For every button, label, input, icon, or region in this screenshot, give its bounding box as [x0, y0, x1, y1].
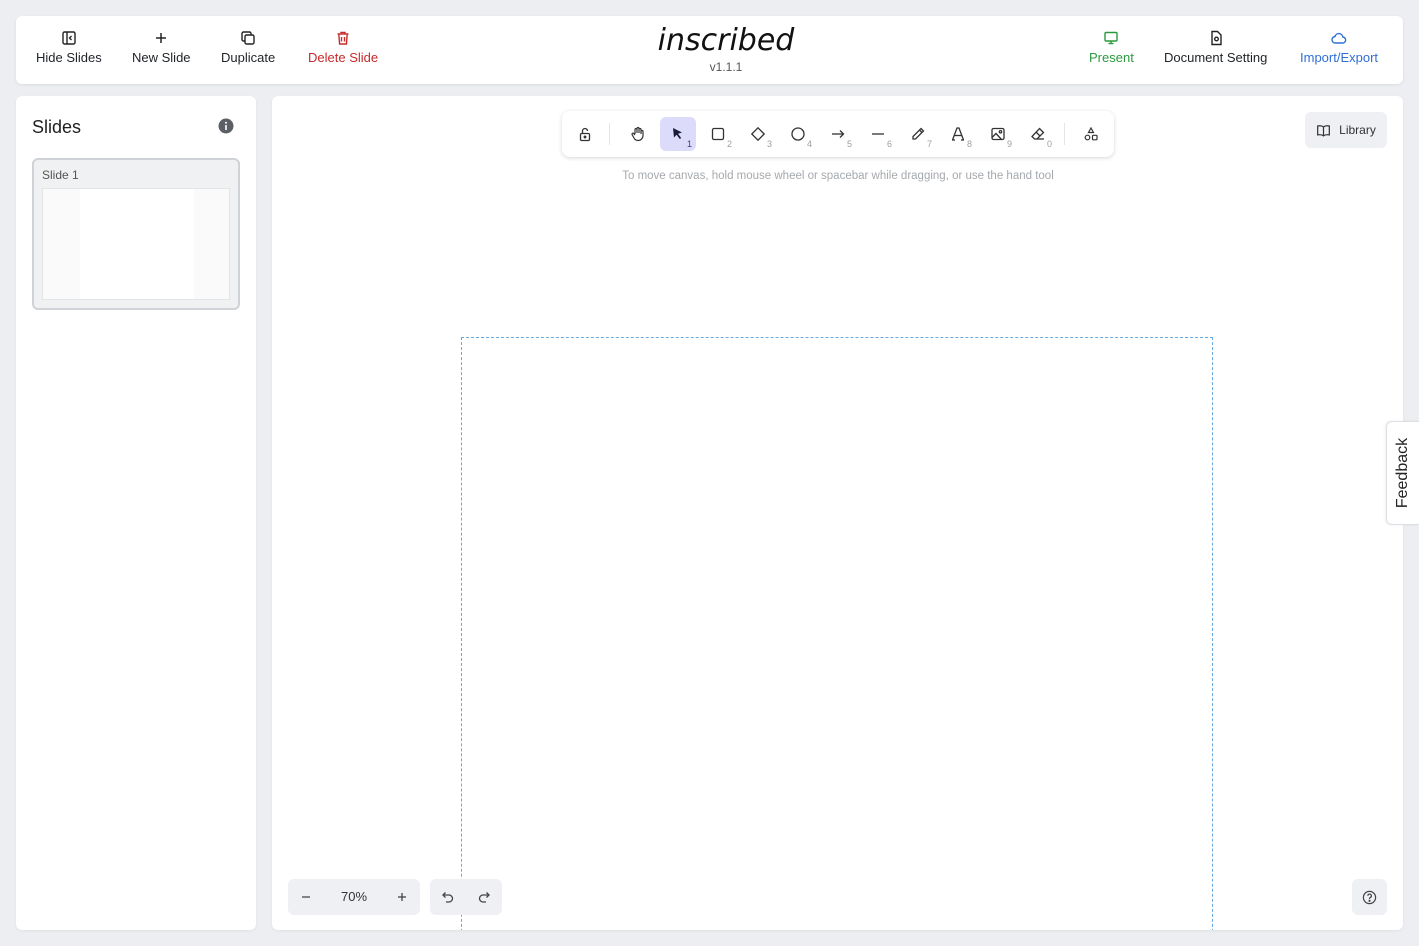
plus-icon: [398, 893, 406, 901]
tool-arrow[interactable]: 5: [820, 117, 856, 151]
redo-button[interactable]: [466, 879, 502, 915]
slide-label: Slide 1: [42, 168, 79, 182]
help-icon: [1362, 890, 1377, 904]
tool-eraser[interactable]: 0: [1020, 117, 1056, 151]
import-export-button[interactable]: Import/Export: [1300, 30, 1378, 74]
slides-sidebar: Slides Slide 1: [16, 96, 256, 930]
tool-ellipse[interactable]: 4: [780, 117, 816, 151]
cloud-icon: [1331, 32, 1347, 44]
copy-icon: [241, 31, 255, 45]
delete-slide-label: Delete Slide: [308, 50, 379, 65]
text-icon: [951, 127, 965, 141]
tool-hand[interactable]: [620, 117, 656, 151]
tool-key: 2: [726, 139, 732, 149]
hide-slides-label: Hide Slides: [36, 50, 102, 65]
delete-slide-button[interactable]: Delete Slide: [308, 30, 378, 74]
feedback-tab[interactable]: Feedback: [1386, 421, 1419, 525]
tool-key: 5: [846, 139, 852, 149]
slide-frame[interactable]: [461, 337, 1213, 930]
tool-key: 8: [966, 139, 972, 149]
brand: inscribed v1.1.1: [636, 22, 816, 74]
circle-icon: [791, 127, 805, 141]
line-icon: [872, 133, 884, 135]
slide-preview: [42, 188, 230, 300]
tool-key: 7: [926, 139, 932, 149]
app-logo: inscribed: [657, 23, 795, 58]
document-setting-button[interactable]: Document Setting: [1164, 30, 1267, 74]
toolbar-divider: [609, 123, 610, 145]
hide-slides-button[interactable]: Hide Slides: [36, 30, 102, 74]
rectangle-icon: [711, 127, 725, 141]
redo-icon: [478, 892, 490, 903]
sidebar-collapse-icon: [62, 31, 76, 45]
duplicate-label: Duplicate: [221, 50, 276, 65]
presentation-icon: [1104, 31, 1119, 45]
eraser-icon: [1031, 127, 1045, 140]
shapes-icon: [1084, 126, 1098, 141]
slide-preview-page: [80, 189, 194, 299]
tool-key: 4: [806, 139, 812, 149]
image-icon: [991, 127, 1005, 141]
library-label: Library: [1339, 123, 1376, 137]
unlock-icon: [579, 127, 591, 142]
tool-key: 1: [686, 139, 692, 149]
feedback-label: Feedback: [1394, 437, 1411, 509]
drawing-canvas[interactable]: 1 2 3 4 5 6 7 8 9 0 To move canvas, hold…: [272, 96, 1403, 930]
duplicate-button[interactable]: Duplicate: [221, 30, 275, 74]
tool-key: 6: [886, 139, 892, 149]
pencil-icon: [912, 127, 925, 140]
minus-icon: [302, 896, 310, 898]
diamond-icon: [750, 126, 766, 142]
trash-icon: [337, 31, 349, 45]
sidebar-title: Slides: [32, 117, 82, 137]
zoom-out-button[interactable]: [288, 879, 324, 915]
plus-icon: [156, 33, 167, 43]
slide-thumbnail-card[interactable]: Slide 1: [32, 158, 240, 310]
undo-icon: [442, 892, 454, 903]
help-button[interactable]: [1352, 879, 1387, 915]
import-export-label: Import/Export: [1300, 50, 1379, 65]
new-slide-label: New Slide: [132, 50, 191, 65]
tool-extra[interactable]: [1073, 117, 1109, 151]
document-setting-label: Document Setting: [1164, 50, 1268, 65]
new-slide-button[interactable]: New Slide: [132, 30, 191, 74]
drawing-toolbar: 1 2 3 4 5 6 7 8 9 0: [562, 111, 1114, 157]
info-icon[interactable]: [218, 118, 234, 134]
toolbar-divider: [1064, 123, 1065, 145]
history-controls: [430, 879, 502, 915]
zoom-in-button[interactable]: [384, 879, 420, 915]
zoom-controls: 70%: [288, 879, 420, 915]
tool-diamond[interactable]: 3: [740, 117, 776, 151]
hand-icon: [631, 126, 644, 142]
document-settings-icon: [1210, 30, 1222, 46]
tool-line[interactable]: 6: [860, 117, 896, 151]
tool-image[interactable]: 9: [980, 117, 1016, 151]
top-bar: Hide Slides New Slide Duplicate Delete S…: [16, 16, 1403, 84]
zoom-level[interactable]: 70%: [324, 879, 384, 915]
tool-text[interactable]: 8: [940, 117, 976, 151]
present-label: Present: [1089, 50, 1134, 65]
tool-lock[interactable]: [567, 117, 603, 151]
arrow-right-icon: [832, 130, 845, 138]
present-button[interactable]: Present: [1089, 30, 1134, 74]
tool-selection[interactable]: 1: [660, 117, 696, 151]
tool-key: 9: [1006, 139, 1012, 149]
tool-rectangle[interactable]: 2: [700, 117, 736, 151]
tool-key: 3: [766, 139, 772, 149]
app-version: v1.1.1: [709, 60, 743, 74]
pointer-icon: [673, 128, 682, 139]
library-button[interactable]: Library: [1305, 112, 1387, 148]
tool-key: 0: [1046, 139, 1052, 149]
canvas-hint: To move canvas, hold mouse wheel or spac…: [622, 170, 1054, 182]
tool-draw[interactable]: 7: [900, 117, 936, 151]
undo-button[interactable]: [430, 879, 466, 915]
book-icon: [1317, 124, 1331, 137]
